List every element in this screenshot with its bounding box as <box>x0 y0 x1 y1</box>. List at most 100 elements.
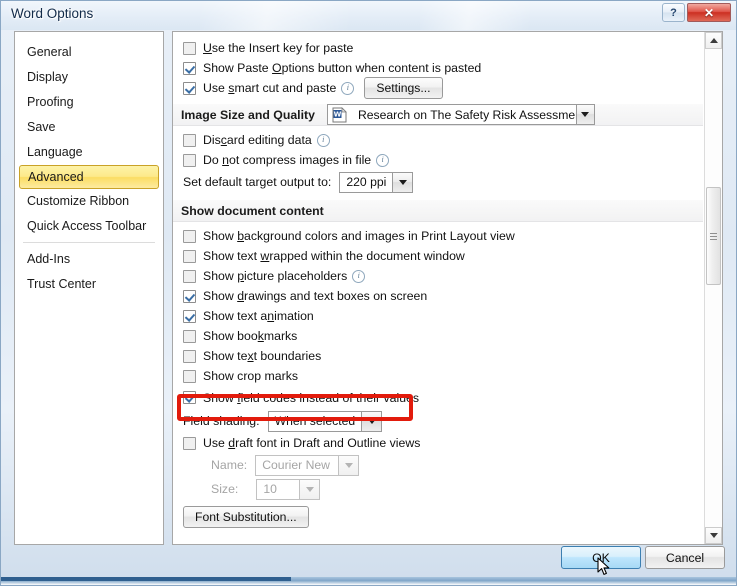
checkbox-do-not-compress-images[interactable] <box>183 153 196 167</box>
mouse-cursor-icon <box>597 557 611 577</box>
checkbox-discard-editing-data[interactable] <box>183 133 196 147</box>
sidebar-list: General Display Proofing Save Language A… <box>15 32 163 297</box>
sidebar-item-language[interactable]: Language <box>19 140 159 165</box>
options-scroll-content: Use the Insert key for paste Show Paste … <box>173 32 703 544</box>
font-substitution-button[interactable]: Font Substitution... <box>183 506 309 528</box>
section-title-show-document-content: Show document content <box>181 203 324 218</box>
target-output-value: 220 ppi <box>346 175 387 189</box>
help-icon[interactable]: ? <box>662 3 685 22</box>
option-row-insert-key[interactable]: Use the Insert key for paste <box>173 38 703 58</box>
checkbox-show-text-wrapped[interactable] <box>183 249 196 263</box>
option-row-text-boundaries[interactable]: Show text boundaries <box>173 346 703 366</box>
row-draft-font-size: Size: 10 <box>173 477 703 501</box>
chevron-down-icon-draft-font-name[interactable] <box>338 455 359 475</box>
option-row-smart-cut-paste[interactable]: Use smart cut and paste i Settings... <box>173 77 703 99</box>
sidebar-item-advanced[interactable]: Advanced <box>19 165 159 189</box>
chevron-down-icon-draft-font-size[interactable] <box>299 479 320 499</box>
label-show-field-codes: Show field codes instead of their values <box>203 390 420 405</box>
field-shading-value: When selected <box>274 414 356 428</box>
draft-font-size-combo[interactable]: 10 <box>256 478 321 500</box>
section-title-image-size: Image Size and Quality <box>181 107 315 122</box>
row-field-shading: Field shading: When selected <box>173 409 703 433</box>
label-field-shading: Field shading: <box>183 414 260 428</box>
sidebar-item-trust-center[interactable]: Trust Center <box>19 272 159 297</box>
label-show-bookmarks: Show bookmarks <box>203 329 298 343</box>
info-icon-smart-cut-paste: i <box>341 81 355 95</box>
label-default-target-output: Set default target output to: <box>183 175 332 189</box>
cancel-button[interactable]: Cancel <box>645 546 725 569</box>
draft-font-size-value: 10 <box>263 482 277 496</box>
section-image-size-and-quality: Image Size and Quality W Research on The… <box>173 104 703 126</box>
word-document-icon: W <box>332 107 347 123</box>
checkbox-show-crop-marks[interactable] <box>183 369 196 383</box>
label-discard-editing-data: Discard editing data <box>203 133 312 147</box>
checkbox-show-picture-placeholders[interactable] <box>183 269 196 283</box>
scroll-down-arrow-icon[interactable] <box>705 527 722 544</box>
label-draft-font-size: Size: <box>211 482 239 496</box>
label-show-text-animation: Show text animation <box>203 309 314 323</box>
row-draft-font-name: Name: Courier New <box>173 453 703 477</box>
title-bar: Word Options ? ✕ <box>0 0 737 30</box>
checkbox-smart-cut-paste[interactable] <box>183 81 196 95</box>
checkbox-show-drawings[interactable] <box>183 289 196 303</box>
option-row-text-wrapped[interactable]: Show text wrapped within the document wi… <box>173 246 703 266</box>
close-icon[interactable]: ✕ <box>687 3 731 22</box>
field-shading-combo[interactable]: When selected <box>267 410 383 432</box>
option-row-picture-placeholders[interactable]: Show picture placeholders i <box>173 266 703 286</box>
scroll-up-arrow-icon[interactable] <box>705 32 722 49</box>
option-row-drawings-textboxes[interactable]: Show drawings and text boxes on screen <box>173 286 703 306</box>
sidebar-item-customize-ribbon[interactable]: Customize Ribbon <box>19 189 159 214</box>
row-default-target-output: Set default target output to: 220 ppi <box>173 170 703 194</box>
sidebar-item-save[interactable]: Save <box>19 115 159 140</box>
label-use-draft-font: Use draft font in Draft and Outline view… <box>203 436 421 450</box>
scrollbar-thumb[interactable] <box>706 187 721 285</box>
option-row-bookmarks[interactable]: Show bookmarks <box>173 326 703 346</box>
option-row-background-colors[interactable]: Show background colors and images in Pri… <box>173 226 703 246</box>
section-show-document-content: Show document content <box>173 200 703 222</box>
chevron-down-icon-field-shading[interactable] <box>361 411 382 431</box>
checkbox-show-background-colors[interactable] <box>183 229 196 243</box>
info-icon-picture-placeholders: i <box>352 269 366 283</box>
vertical-scrollbar[interactable] <box>704 32 722 544</box>
option-row-draft-font[interactable]: Use draft font in Draft and Outline view… <box>173 433 703 453</box>
label-show-text-wrapped: Show text wrapped within the document wi… <box>203 249 465 263</box>
label-use-insert-key: Use the Insert key for paste <box>203 41 354 55</box>
draft-font-name-combo[interactable]: Courier New <box>255 454 360 476</box>
window-bottom-accent <box>1 577 736 585</box>
label-show-paste-options: Show Paste Options button when content i… <box>203 61 482 75</box>
option-row-do-not-compress[interactable]: Do not compress images in file i <box>173 150 703 170</box>
option-row-discard-editing-data[interactable]: Discard editing data i <box>173 130 703 150</box>
checkbox-show-field-codes[interactable] <box>183 391 196 404</box>
option-row-paste-options-button[interactable]: Show Paste Options button when content i… <box>173 58 703 78</box>
option-row-field-codes[interactable]: Show field codes instead of their values <box>173 386 703 409</box>
settings-button[interactable]: Settings... <box>364 77 443 99</box>
checkbox-use-draft-font[interactable] <box>183 436 196 450</box>
option-row-crop-marks[interactable]: Show crop marks <box>173 366 703 386</box>
sidebar-item-quick-access-toolbar[interactable]: Quick Access Toolbar <box>19 214 159 239</box>
checkbox-show-bookmarks[interactable] <box>183 329 196 343</box>
draft-font-name-value: Courier New <box>262 458 330 472</box>
chevron-down-icon-target-output[interactable] <box>392 172 413 192</box>
options-sidebar: General Display Proofing Save Language A… <box>14 31 164 545</box>
label-show-drawings: Show drawings and text boxes on screen <box>203 289 428 303</box>
word-options-dialog: Word Options ? ✕ General Display Proofin… <box>0 0 737 586</box>
svg-text:W: W <box>334 111 342 119</box>
checkbox-use-insert-key[interactable] <box>183 41 196 55</box>
sidebar-item-proofing[interactable]: Proofing <box>19 90 159 115</box>
target-output-combo[interactable]: 220 ppi <box>339 171 414 193</box>
chevron-down-icon-document-selector[interactable] <box>575 105 594 124</box>
info-icon-do-not-compress: i <box>376 153 390 167</box>
sidebar-divider <box>23 242 155 243</box>
checkbox-show-text-boundaries[interactable] <box>183 349 196 363</box>
window-controls: ? ✕ <box>662 3 731 22</box>
scrollbar-grip-icon <box>710 232 717 240</box>
sidebar-item-general[interactable]: General <box>19 40 159 65</box>
option-row-text-animation[interactable]: Show text animation <box>173 306 703 326</box>
sidebar-item-add-ins[interactable]: Add-Ins <box>19 247 159 272</box>
label-show-text-boundaries: Show text boundaries <box>203 349 322 363</box>
label-show-crop-marks: Show crop marks <box>203 369 298 383</box>
checkbox-show-text-animation[interactable] <box>183 309 196 323</box>
document-selector-combo[interactable]: W Research on The Safety Risk Assessmen.… <box>326 104 595 125</box>
sidebar-item-display[interactable]: Display <box>19 65 159 90</box>
checkbox-show-paste-options[interactable] <box>183 61 196 75</box>
